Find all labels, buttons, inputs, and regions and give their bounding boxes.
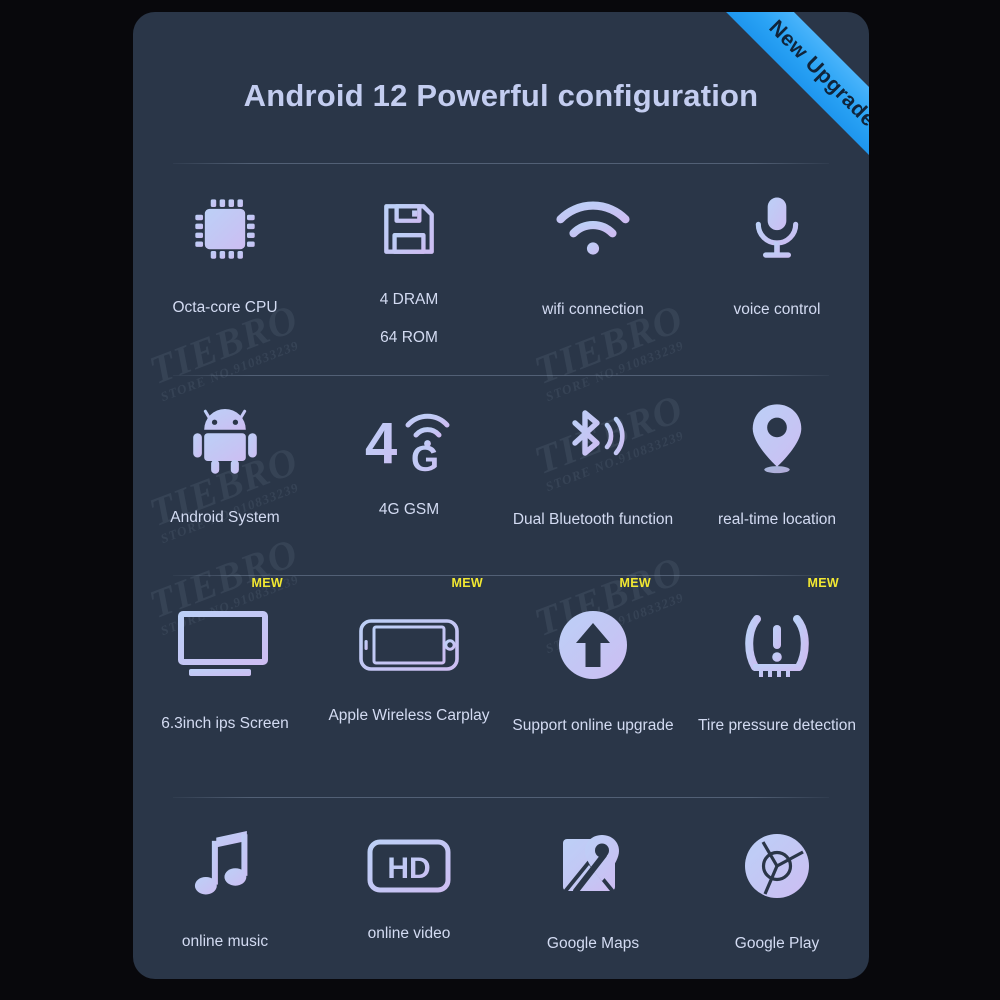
feature-memory: 4 DRAM 64 ROM xyxy=(317,184,501,359)
feature-label: Octa-core CPU xyxy=(172,299,278,316)
map-pin-icon xyxy=(748,394,806,484)
feature-wifi: wifi connection xyxy=(501,184,685,359)
svg-text:HD: HD xyxy=(387,852,430,885)
new-badge: MEW xyxy=(807,576,839,590)
4g-signal-icon: 4 G xyxy=(363,394,455,484)
page-root: TIEBRO STORE NO.910833239 TIEBRO STORE N… xyxy=(0,0,1000,1000)
page-title: Android 12 Powerful configuration xyxy=(243,78,759,113)
cpu-chip-icon xyxy=(187,184,263,274)
feature-carplay: MEW Apple Wireless Carplay xyxy=(317,576,501,775)
android-robot-icon xyxy=(190,394,260,484)
feature-label: Google Maps xyxy=(546,935,640,952)
feature-bluetooth: Dual Bluetooth function xyxy=(501,394,685,559)
bluetooth-icon xyxy=(555,394,631,484)
google-maps-icon xyxy=(558,824,628,908)
feature-row: Octa-core CPU 4 DRAM 64 ROM wifi connect… xyxy=(133,184,869,359)
chrome-icon xyxy=(743,824,811,908)
divider xyxy=(173,375,829,376)
feature-label: Android System xyxy=(170,509,280,526)
feature-location: real-time location xyxy=(685,394,869,559)
feature-google-maps: Google Maps xyxy=(501,824,685,979)
floppy-disk-icon xyxy=(376,184,442,274)
feature-label: Tire pressure detection xyxy=(698,717,856,734)
feature-row: online music HD online video Google Maps… xyxy=(133,824,869,979)
smartphone-icon: MEW xyxy=(357,576,483,690)
divider xyxy=(173,797,829,798)
tire-pressure-icon: MEW xyxy=(737,576,839,690)
feature-row: Android System 4 G 4G GSM Dual Bluetooth… xyxy=(133,394,869,559)
feature-label: 4 DRAM xyxy=(379,291,439,308)
feature-google-play: Google Play xyxy=(685,824,869,979)
divider xyxy=(173,163,829,164)
monitor-screen-icon: MEW xyxy=(175,576,283,690)
feature-label: real-time location xyxy=(717,511,837,528)
svg-text:G: G xyxy=(411,438,439,475)
upgrade-arrow-icon: MEW xyxy=(557,576,651,690)
feature-label: online video xyxy=(367,925,451,942)
feature-music: online music xyxy=(133,824,317,979)
svg-text:4: 4 xyxy=(365,411,397,475)
feature-label: online music xyxy=(181,933,269,950)
spec-card: TIEBRO STORE NO.910833239 TIEBRO STORE N… xyxy=(133,12,869,979)
feature-screen: MEW 6.3inch ips Screen xyxy=(133,576,317,775)
feature-row: MEW 6.3inch ips Screen MEW Apple Wireles… xyxy=(133,576,869,775)
feature-label: 6.3inch ips Screen xyxy=(161,715,289,732)
music-note-icon xyxy=(194,824,256,908)
feature-label: Dual Bluetooth function xyxy=(512,511,674,528)
feature-android: Android System xyxy=(133,394,317,559)
hd-badge-icon: HD xyxy=(367,824,451,908)
feature-label: voice control xyxy=(733,301,821,318)
wifi-icon xyxy=(554,184,632,274)
feature-label: Support online upgrade xyxy=(512,717,674,734)
feature-label: Google Play xyxy=(734,935,820,952)
feature-video: HD online video xyxy=(317,824,501,979)
feature-label: Apple Wireless Carplay xyxy=(328,707,490,724)
feature-label: wifi connection xyxy=(542,301,644,318)
feature-tire-pressure: MEW Tire pressure detection xyxy=(685,576,869,775)
feature-4g: 4 G 4G GSM xyxy=(317,394,501,559)
feature-online-upgrade: MEW Support online upgrade xyxy=(501,576,685,775)
feature-cpu: Octa-core CPU xyxy=(133,184,317,359)
feature-label-secondary: 64 ROM xyxy=(380,329,438,347)
feature-voice: voice control xyxy=(685,184,869,359)
new-badge: MEW xyxy=(619,576,651,590)
microphone-icon xyxy=(748,184,806,274)
new-badge: MEW xyxy=(251,576,283,590)
feature-label: 4G GSM xyxy=(378,501,440,518)
new-badge: MEW xyxy=(451,576,483,590)
ribbon-label: New Upgrade xyxy=(764,15,869,132)
